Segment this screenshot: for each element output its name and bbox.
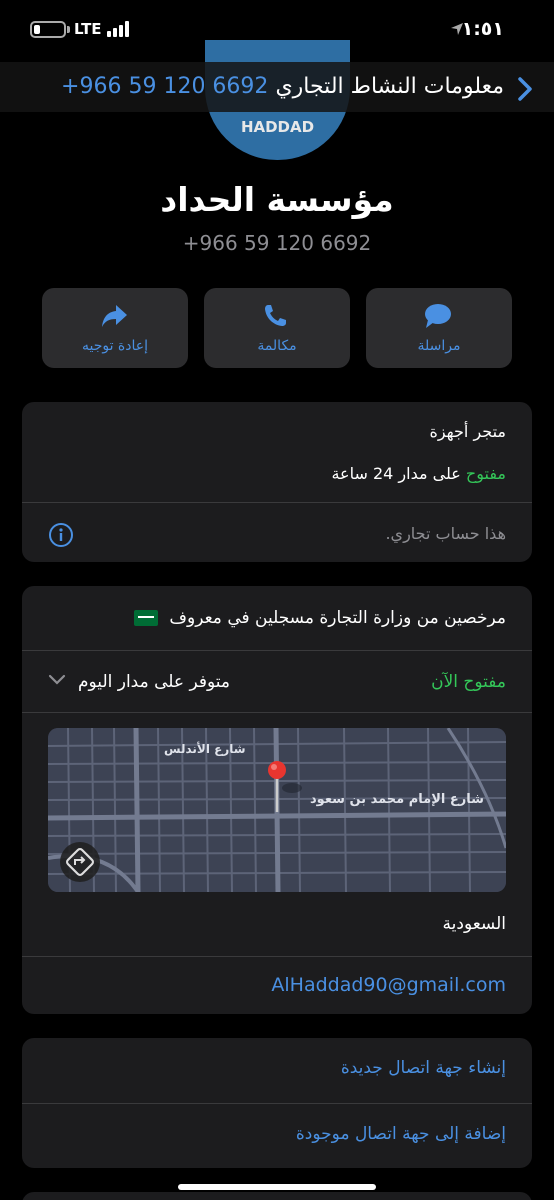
- business-account-note: هذا حساب تجاري.: [385, 524, 506, 543]
- verified-text: مرخصين من وزارة التجارة مسجلين في معروف: [133, 608, 506, 628]
- directions-icon: [66, 848, 94, 876]
- divider: [22, 712, 532, 713]
- call-button-label: مكالمة: [257, 338, 297, 354]
- navigation-bar: معلومات النشاط التجاري +966 59 120 6692: [0, 62, 554, 112]
- status-time: ١:٥١: [461, 18, 504, 40]
- chevron-down-icon[interactable]: [48, 674, 66, 686]
- carrier-label: LTE: [74, 20, 102, 38]
- battery-icon: [30, 21, 66, 38]
- divider: [22, 1103, 532, 1104]
- saudi-flag-icon: [133, 610, 158, 626]
- business-hours: مفتوح على مدار 24 ساعة: [331, 464, 506, 483]
- nav-phone-link[interactable]: +966 59 120 6692: [61, 74, 268, 99]
- forward-button[interactable]: إعادة توجيه: [42, 288, 188, 368]
- directions-button[interactable]: [60, 842, 100, 882]
- divider: [22, 502, 532, 503]
- business-category: متجر أجهزة: [429, 422, 506, 441]
- home-indicator[interactable]: [178, 1184, 376, 1190]
- info-circle-icon[interactable]: [48, 522, 74, 548]
- map-street-label: شارع الإمام محمد بن سعود: [310, 792, 484, 807]
- message-button[interactable]: مراسلة: [366, 288, 512, 368]
- nav-title: معلومات النشاط التجاري +966 59 120 6692: [61, 74, 504, 99]
- map-pin-icon: [268, 761, 286, 812]
- contact-actions-card: إنشاء جهة اتصال جديدة إضافة إلى جهة اتصا…: [22, 1038, 532, 1168]
- map-street-label: شارع الأندلس: [164, 742, 246, 756]
- chevron-right-icon[interactable]: [516, 76, 534, 102]
- message-button-label: مراسلة: [417, 338, 461, 354]
- message-bubble-icon: [425, 304, 451, 328]
- nav-title-label: معلومات النشاط التجاري: [275, 74, 504, 99]
- business-info-card: متجر أجهزة مفتوح على مدار 24 ساعة هذا حس…: [22, 402, 532, 562]
- hours-text: على مدار 24 ساعة: [331, 464, 461, 483]
- create-contact-button[interactable]: إنشاء جهة اتصال جديدة: [341, 1058, 506, 1078]
- forward-button-label: إعادة توجيه: [81, 338, 149, 354]
- divider: [22, 956, 532, 957]
- open-now-status: مفتوح الآن: [431, 672, 506, 692]
- cellular-signal-icon: [107, 21, 129, 37]
- next-card-peek: [22, 1192, 532, 1200]
- verified-label: مرخصين من وزارة التجارة مسجلين في معروف: [169, 608, 506, 628]
- open-status: مفتوح: [465, 464, 506, 483]
- contact-name: مؤسسة الحداد: [160, 180, 394, 219]
- map-preview[interactable]: شارع الأندلس شارع الإمام محمد بن سعود: [48, 728, 506, 892]
- divider: [22, 650, 532, 651]
- availability-dropdown[interactable]: متوفر على مدار اليوم: [78, 672, 230, 692]
- forward-arrow-icon: [102, 305, 127, 327]
- add-to-contact-button[interactable]: إضافة إلى جهة اتصال موجودة: [296, 1124, 506, 1144]
- avatar-initials: HADDAD: [240, 118, 315, 136]
- business-details-card: مرخصين من وزارة التجارة مسجلين في معروف …: [22, 586, 532, 1014]
- phone-icon: [265, 305, 286, 326]
- contact-phone: +966 59 120 6692: [182, 231, 372, 255]
- email-link[interactable]: AlHaddad90@gmail.com: [271, 974, 506, 996]
- country-label: السعودية: [442, 914, 506, 934]
- call-button[interactable]: مكالمة: [204, 288, 350, 368]
- status-bar: LTE ١:٥١: [0, 0, 554, 60]
